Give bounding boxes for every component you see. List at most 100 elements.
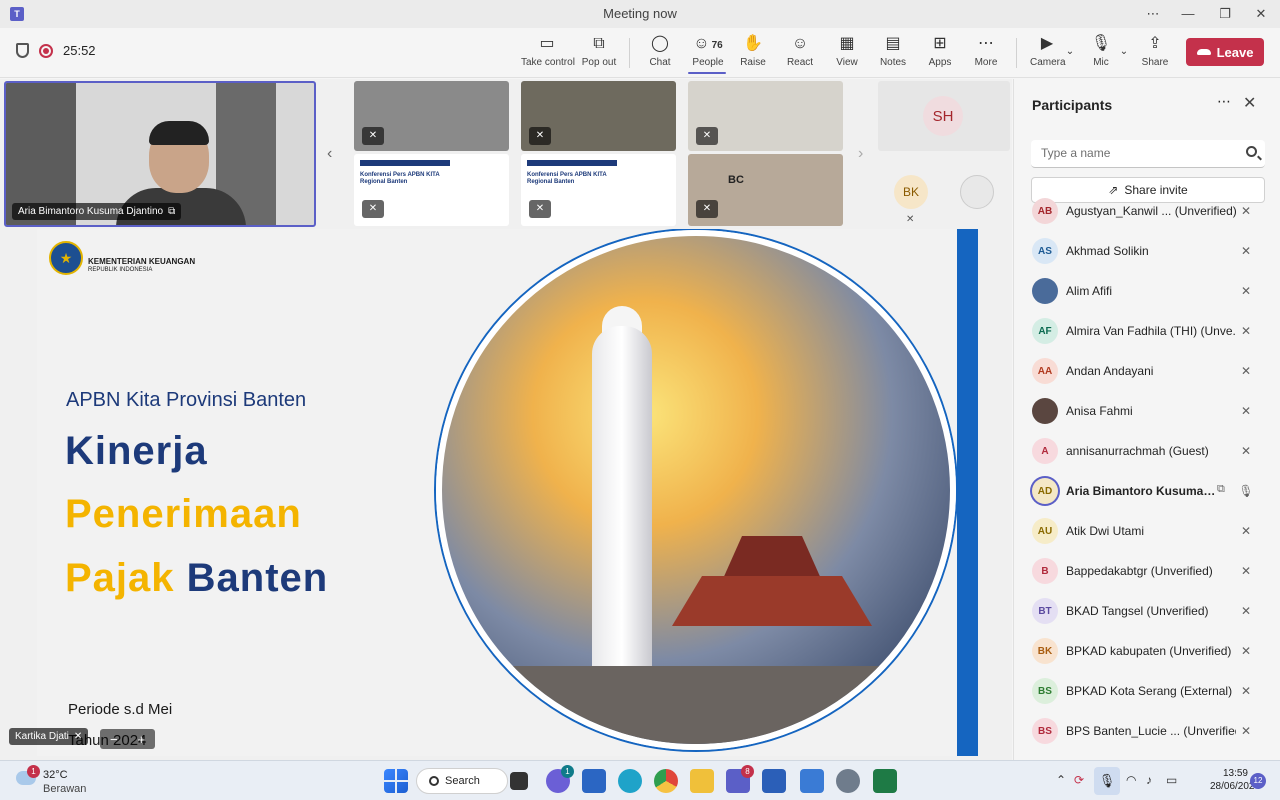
slide-period: Periode s.d Mei (68, 701, 173, 718)
participant-row[interactable]: AF Almira Van Fadhila (THI) (Unve... ✕ (1014, 311, 1280, 351)
participant-tile[interactable]: BC ✕ (688, 154, 843, 226)
mic-off-icon: ✕ (1240, 524, 1252, 538)
main-speaker-tile[interactable]: Aria Bimantoro Kusuma Djantino ⧉ (4, 81, 316, 227)
participant-row[interactable]: Alim Afifi ✕ (1014, 271, 1280, 311)
mic-off-icon: ✕ (529, 127, 551, 145)
minimize-button[interactable]: — (1178, 4, 1198, 24)
zoom-out-button[interactable]: − (110, 732, 118, 747)
mic-options-chevron[interactable]: ⌄ (1118, 42, 1130, 82)
share-button[interactable]: ⇪ Share (1140, 34, 1170, 74)
edge-icon[interactable] (618, 769, 642, 793)
avatar: AB (1032, 198, 1058, 224)
zoom-controls: − + (100, 729, 155, 749)
view-button[interactable]: ▦ View (832, 34, 862, 74)
participant-row[interactable]: BT BKAD Tangsel (Unverified) ✕ (1014, 591, 1280, 631)
sync-icon[interactable]: ⟳ (1074, 773, 1084, 787)
react-button[interactable]: ☺ React (784, 34, 816, 74)
mosque-roof (722, 536, 822, 581)
participants-panel: Participants ⋯ ✕ ⇗ Share invite ABAgusty… (1013, 79, 1280, 760)
participant-row[interactable]: BK BPKAD kabupaten (Unverified) ✕ (1014, 631, 1280, 671)
participant-tile[interactable]: ✕ (688, 81, 843, 151)
avatar: BT (1032, 598, 1058, 624)
avatar[interactable]: BK (894, 175, 928, 209)
participant-name: BPS Banten_Lucie ... (Unverified) (1066, 724, 1236, 738)
close-panel-icon[interactable]: ✕ (1243, 93, 1256, 113)
system-clock[interactable]: 13:59 28/06/2024 (1210, 767, 1260, 793)
search-input[interactable] (1041, 140, 1231, 166)
excel-icon[interactable] (873, 769, 897, 793)
participant-row[interactable]: AS Akhmad Solikin ✕ (1014, 231, 1280, 271)
task-view-icon[interactable] (510, 772, 528, 790)
photos-icon[interactable] (800, 769, 824, 793)
participant-row[interactable]: Anisa Fahmi ✕ (1014, 391, 1280, 431)
mic-off-icon: ✕ (1240, 644, 1252, 658)
raise-hand-button[interactable]: ✋ Raise (738, 34, 768, 74)
participant-row[interactable]: AU Atik Dwi Utami ✕ (1014, 511, 1280, 551)
participant-row[interactable]: AB Agustyan_Kanwil ... (Unverified) ✕ (1014, 191, 1280, 231)
participant-tile[interactable]: ✕ (521, 81, 676, 151)
battery-icon[interactable]: ▭ (1166, 773, 1177, 787)
participant-row[interactable]: B Bappedakabtgr (Unverified) ✕ (1014, 551, 1280, 591)
pop-out-button[interactable]: ⧉ Pop out (580, 34, 618, 74)
chat-app-icon[interactable]: 1 (546, 765, 574, 793)
chevron-up-icon[interactable]: ⌃ (1056, 773, 1066, 787)
zoom-in-button[interactable]: + (137, 732, 145, 747)
next-page-arrow[interactable]: › (858, 145, 863, 163)
more-options-icon[interactable]: ⋯ (1217, 93, 1231, 110)
more-button[interactable]: ⋯ More (970, 34, 1002, 74)
participant-row[interactable]: AD Aria Bimantoro Kusuma D... ⧉ 🎙 (1014, 471, 1280, 511)
teams-icon[interactable]: 8 (726, 765, 754, 793)
more-icon[interactable]: ⋯ (1143, 4, 1163, 24)
participant-tile[interactable]: Konferensi Pers APBN KITA Regional Bante… (354, 154, 509, 226)
participant-row[interactable]: AA Andan Andayani ✕ (1014, 351, 1280, 391)
avatar: A (1032, 438, 1058, 464)
apps-button[interactable]: ⊞ Apps (925, 34, 955, 74)
participant-search[interactable] (1031, 140, 1265, 168)
chrome-icon[interactable] (654, 769, 678, 793)
mic-off-icon: 🎙 (1090, 35, 1112, 52)
leave-button[interactable]: Leave (1186, 38, 1264, 66)
taskbar-search[interactable]: Search (416, 768, 508, 794)
camera-button[interactable]: ▶ Camera (1030, 34, 1066, 74)
participant-row[interactable]: BS BPKAD Kota Serang (External) ✕ (1014, 671, 1280, 711)
take-control-button[interactable]: ▭ Take control (521, 34, 575, 74)
restore-button[interactable]: ❐ (1215, 4, 1235, 24)
settings-gear-icon[interactable] (836, 769, 860, 793)
store-icon[interactable] (582, 769, 606, 793)
search-icon (1246, 146, 1257, 157)
wifi-icon[interactable]: ◠ (1126, 773, 1136, 787)
mic-off-icon: ✕ (529, 200, 551, 218)
slide-header (527, 160, 617, 166)
avatar[interactable] (960, 175, 994, 209)
word-icon[interactable] (762, 769, 786, 793)
screen-share-icon: ⧉ (1217, 483, 1225, 495)
file-explorer-icon[interactable] (690, 769, 714, 793)
notification-badge[interactable]: 12 (1250, 773, 1266, 789)
windows-start-icon[interactable] (384, 769, 408, 793)
camera-off-icon: ▶ (1040, 35, 1054, 52)
participant-tile[interactable]: SH (878, 81, 1010, 151)
camera-options-chevron[interactable]: ⌄ (1064, 42, 1076, 82)
participant-tile[interactable]: ✕ (354, 81, 509, 151)
participant-row[interactable]: Aannisanurrachmah (Guest) ✕ (1014, 431, 1280, 471)
people-button[interactable]: ☺ 76 People (688, 34, 728, 74)
mic-off-icon: ✕ (1240, 284, 1252, 298)
notes-button[interactable]: ▤ Notes (878, 34, 908, 74)
chat-button[interactable]: ◯ Chat (644, 34, 676, 74)
ministry-logo-icon: ★ (49, 241, 83, 275)
participant-name: BKAD Tangsel (Unverified) (1066, 604, 1209, 618)
slide-header (360, 160, 450, 166)
ground (442, 666, 950, 744)
volume-icon[interactable]: ♪ (1146, 773, 1152, 787)
participant-name: Akhmad Solikin (1066, 244, 1149, 258)
mic-in-use-icon[interactable]: 🎙 (1094, 767, 1120, 795)
avatar: B (1032, 558, 1058, 584)
close-window-button[interactable]: ✕ (1251, 4, 1271, 24)
mic-off-icon: ✕ (1240, 444, 1252, 458)
avatar: BK (1032, 638, 1058, 664)
prev-page-arrow[interactable]: ‹ (327, 145, 332, 163)
mic-button[interactable]: 🎙 Mic (1088, 34, 1114, 74)
participant-tile[interactable]: Konferensi Pers APBN KITA Regional Bante… (521, 154, 676, 226)
slide-title-line3: Pajak Banten (65, 556, 329, 600)
participant-row[interactable]: BS BPS Banten_Lucie ... (Unverified) ✕ (1014, 711, 1280, 751)
